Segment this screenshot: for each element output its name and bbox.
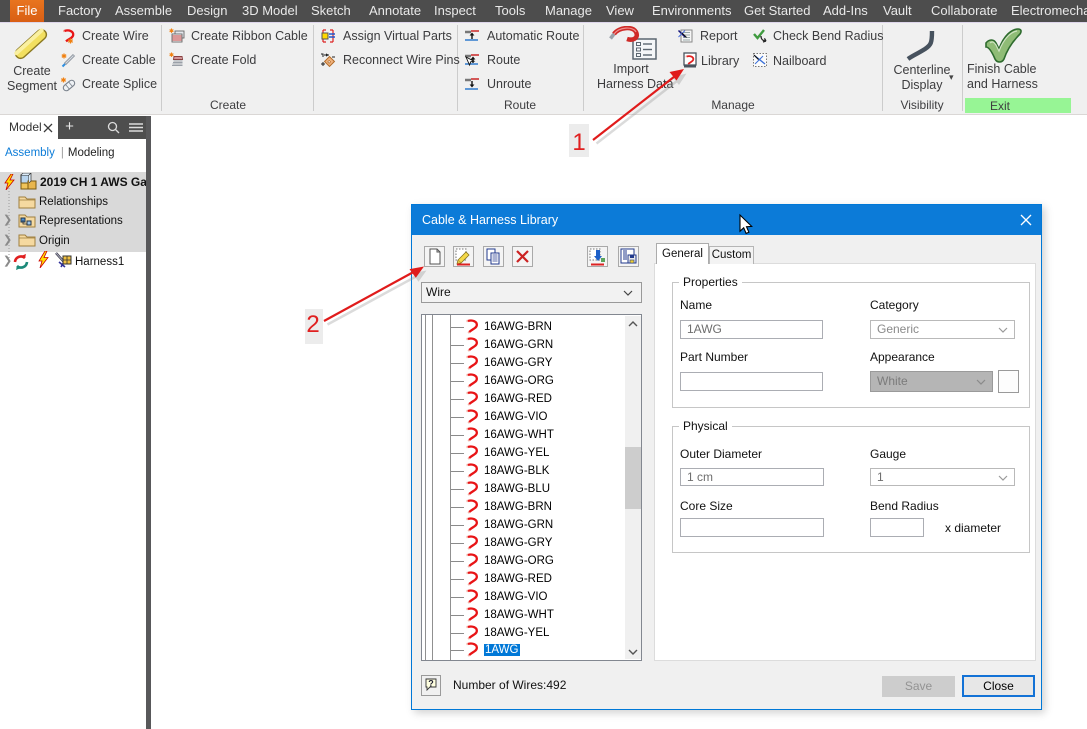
svg-text:?: ? [428, 679, 434, 689]
svg-text:1: 1 [572, 129, 585, 156]
svg-text:2: 2 [306, 311, 319, 338]
